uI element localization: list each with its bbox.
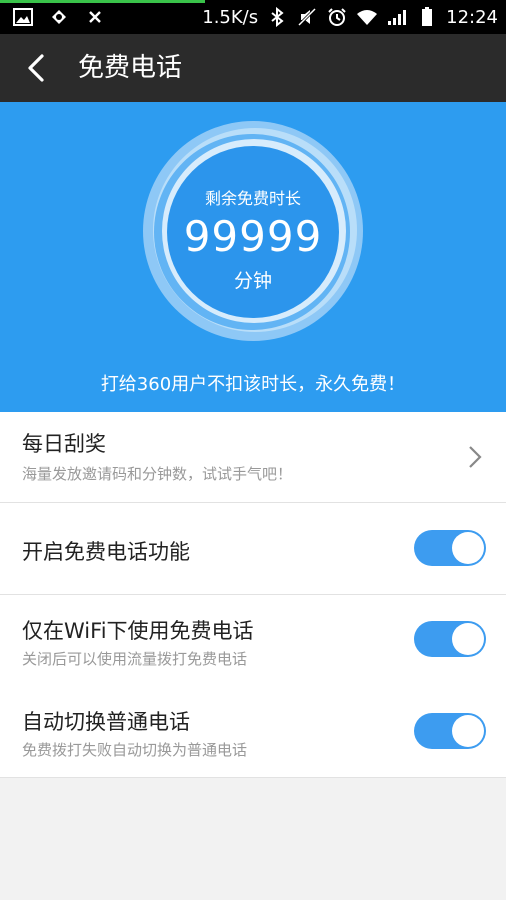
net-speed: 1.5K/s [202,6,259,28]
chevron-right-icon[interactable] [466,444,484,470]
auto-switch-toggle[interactable] [414,713,486,749]
close-icon [84,6,106,28]
clock: 12:24 [446,6,498,28]
wifi-only-label: 仅在WiFi下使用免费电话 [22,619,254,643]
minutes-unit: 分钟 [233,270,272,292]
wifi-only-row: 仅在WiFi下使用免费电话 关闭后可以使用流量拨打免费电话 [0,595,506,686]
enable-free-call-label: 开启免费电话功能 [22,540,190,564]
wifi-only-desc: 关闭后可以使用流量拨打免费电话 [22,650,248,668]
remaining-label: 剩余免费时长 [204,189,301,208]
battery-icon [416,6,438,28]
enable-free-call-toggle[interactable] [414,530,486,566]
image-icon [12,6,34,28]
free-call-note: 打给360用户不扣该时长，永久免费！ [100,374,406,395]
auto-switch-desc: 免费拨打失败自动切换为普通电话 [22,741,248,759]
status-left-icons [12,6,106,28]
auto-switch-row: 自动切换普通电话 免费拨打失败自动切换为普通电话 [0,686,506,778]
daily-lottery-label: 每日刮奖 [22,432,106,456]
auto-switch-label: 自动切换普通电话 [22,710,190,734]
timer-circle: 剩余免费时长 99999 分钟 [153,142,353,352]
remaining-minutes: 99999 [183,212,323,261]
daily-lottery-row[interactable]: 每日刮奖 海量发放邀请码和分钟数，试试手气吧！ [0,412,506,503]
mute-icon [296,6,318,28]
toggle-knob [452,532,484,564]
status-right-icons: 1.5K/s 12:24 [202,5,498,29]
toggle-knob [452,715,484,747]
toggle-knob [452,623,484,655]
back-arrow-icon [28,54,44,82]
remaining-time-panel: 剩余免费时长 99999 分钟 打给360用户不扣该时长，永久免费！ [0,102,506,412]
wifi-icon [356,6,378,28]
status-bar: 1.5K/s 12:24 [0,0,506,34]
page-title: 免费电话 [78,53,183,83]
alarm-icon [326,6,348,28]
app-icon [48,6,70,28]
bluetooth-icon [266,6,288,28]
enable-free-call-row: 开启免费电话功能 [0,503,506,595]
settings-list: 每日刮奖 海量发放邀请码和分钟数，试试手气吧！ 开启免费电话功能 仅在WiFi下… [0,412,506,778]
back-button[interactable] [14,46,58,90]
title-bar: 免费电话 [0,34,506,102]
download-progress-bar [0,0,205,3]
signal-icon [386,6,408,28]
wifi-only-toggle[interactable] [414,621,486,657]
daily-lottery-desc: 海量发放邀请码和分钟数，试试手气吧！ [22,465,293,483]
